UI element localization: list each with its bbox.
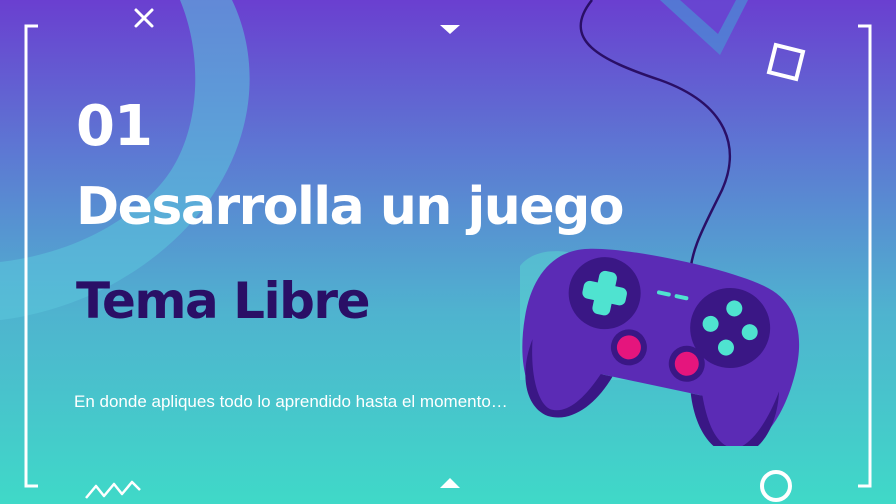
slide-subtitle: Tema Libre bbox=[76, 272, 370, 330]
circle-outline-icon bbox=[760, 470, 792, 502]
slide-number: 01 bbox=[76, 94, 153, 159]
triangle-up-icon bbox=[440, 478, 460, 488]
x-mark-icon bbox=[134, 8, 154, 28]
slide-description: En donde apliques todo lo aprendido hast… bbox=[74, 392, 508, 411]
square-outline-icon bbox=[766, 42, 806, 82]
zigzag-icon bbox=[85, 480, 141, 499]
triangle-down-icon bbox=[440, 25, 460, 34]
slide: 01 Desarrolla un juego Tema Libre En don… bbox=[0, 0, 896, 504]
bracket-right-icon bbox=[858, 24, 872, 488]
game-controller-icon bbox=[522, 248, 800, 446]
